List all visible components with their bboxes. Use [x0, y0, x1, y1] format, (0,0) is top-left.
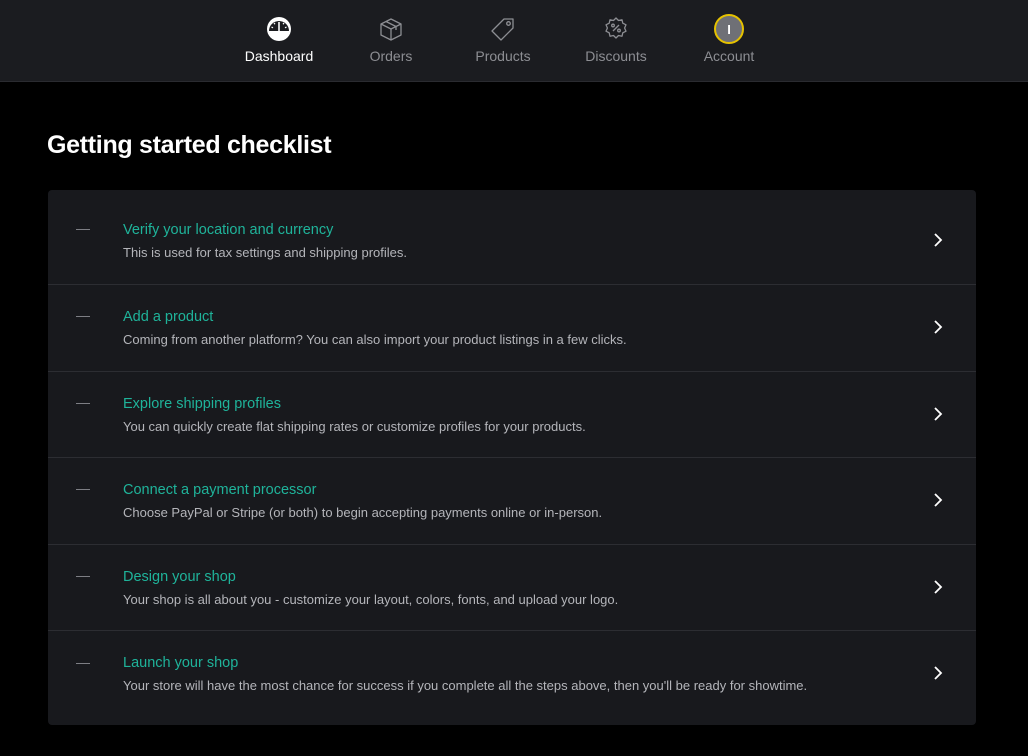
- nav-label-discounts: Discounts: [585, 48, 647, 64]
- chevron-right-icon[interactable]: [930, 319, 946, 335]
- dashboard-gauge-icon: [264, 14, 294, 44]
- checklist-item-description: This is used for tax settings and shippi…: [123, 245, 407, 260]
- dash-icon: [76, 576, 90, 577]
- checklist-item-add-product[interactable]: Add a product Coming from another platfo…: [48, 285, 976, 372]
- top-navigation-bar: Dashboard Orders Products Discounts I Ac…: [0, 0, 1028, 82]
- dash-icon: [76, 489, 90, 490]
- chevron-right-icon[interactable]: [930, 406, 946, 422]
- dash-icon: [76, 663, 90, 664]
- checklist-item-description: Your store will have the most chance for…: [123, 678, 808, 693]
- checklist-item-verify-location[interactable]: Verify your location and currency This i…: [48, 190, 976, 285]
- chevron-right-icon[interactable]: [930, 232, 946, 248]
- checklist-item-title[interactable]: Verify your location and currency: [123, 222, 333, 238]
- nav-item-account[interactable]: I Account: [674, 0, 784, 82]
- checklist-item-launch-shop[interactable]: Launch your shop Your store will have th…: [48, 631, 976, 725]
- nav-item-dashboard[interactable]: Dashboard: [224, 0, 334, 82]
- checklist-item-description: Coming from another platform? You can al…: [123, 332, 627, 347]
- nav-item-products[interactable]: Products: [448, 0, 558, 82]
- checklist-item-title[interactable]: Launch your shop: [123, 655, 238, 671]
- checklist-item-description: Your shop is all about you - customize y…: [123, 592, 619, 607]
- dash-icon: [76, 403, 90, 404]
- dash-icon: [76, 229, 90, 230]
- avatar: I: [714, 14, 744, 44]
- checklist-item-title[interactable]: Connect a payment processor: [123, 482, 316, 498]
- checklist-item-description: You can quickly create flat shipping rat…: [123, 419, 586, 434]
- dash-icon: [76, 316, 90, 317]
- avatar-wrap: I: [714, 14, 744, 44]
- nav-label-dashboard: Dashboard: [244, 48, 314, 64]
- checklist-item-design-shop[interactable]: Design your shop Your shop is all about …: [48, 545, 976, 631]
- checklist-item-description: Choose PayPal or Stripe (or both) to beg…: [123, 505, 603, 520]
- checklist-item-payment-processor[interactable]: Connect a payment processor Choose PayPa…: [48, 458, 976, 545]
- box-icon: [376, 14, 406, 44]
- checklist-item-shipping-profiles[interactable]: Explore shipping profiles You can quickl…: [48, 372, 976, 458]
- nav-label-orders: Orders: [369, 48, 413, 64]
- tag-icon: [488, 14, 518, 44]
- nav-item-discounts[interactable]: Discounts: [561, 0, 671, 82]
- nav-item-orders[interactable]: Orders: [336, 0, 446, 82]
- checklist-item-title[interactable]: Design your shop: [123, 569, 236, 585]
- chevron-right-icon[interactable]: [930, 665, 946, 681]
- page-title: Getting started checklist: [47, 131, 332, 159]
- chevron-right-icon[interactable]: [930, 492, 946, 508]
- checklist-item-title[interactable]: Add a product: [123, 309, 213, 325]
- percent-badge-icon: [601, 14, 631, 44]
- nav-label-products: Products: [475, 48, 531, 64]
- chevron-right-icon[interactable]: [930, 579, 946, 595]
- checklist-item-title[interactable]: Explore shipping profiles: [123, 396, 281, 412]
- getting-started-checklist: Verify your location and currency This i…: [48, 190, 976, 725]
- nav-label-account: Account: [703, 48, 755, 64]
